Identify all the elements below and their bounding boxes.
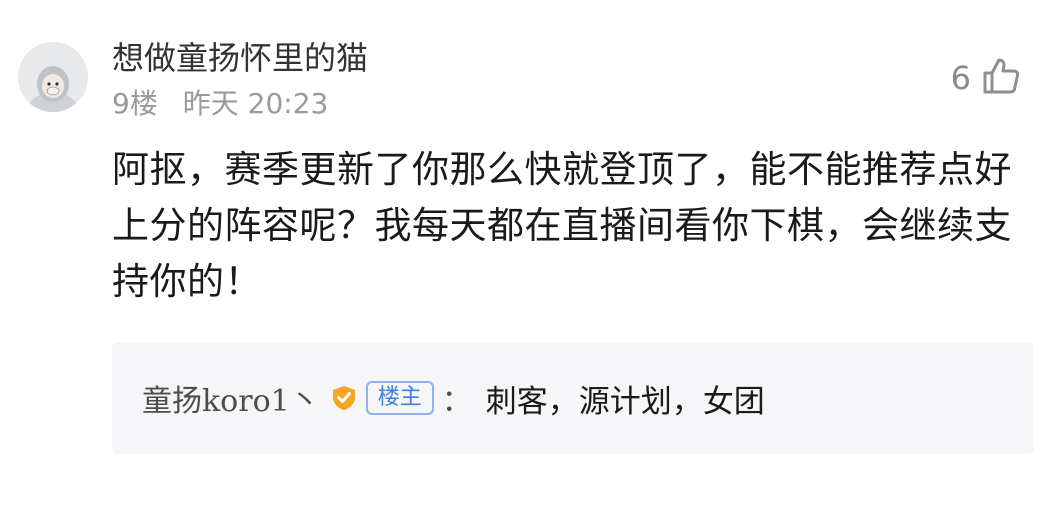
avatar-image	[18, 42, 88, 112]
user-avatar[interactable]	[18, 42, 88, 112]
comment-content: 阿抠，赛季更新了你那么快就登顶了，能不能推荐点好上分的阵容呢？我每天都在直播间看…	[112, 148, 1012, 303]
reply-colon: ：	[441, 384, 472, 419]
thumbs-up-icon	[981, 56, 1021, 100]
op-tag: 楼主	[365, 381, 434, 415]
floor-number: 9楼	[112, 87, 158, 120]
comment-meta: 9楼 昨天 20:23	[112, 84, 328, 124]
like-count: 6	[950, 59, 971, 97]
reply-preview[interactable]: 童扬koro1丶 楼主 ： 刺客，源计划，女团	[112, 342, 1034, 454]
verified-shield-icon	[330, 384, 358, 412]
like-button[interactable]: 6	[951, 54, 1021, 102]
comment-item: 想做童扬怀里的猫 9楼 昨天 20:23 6 阿抠，赛季更新了你那么快就登顶了，…	[0, 0, 1049, 507]
reply-author[interactable]: 童扬koro1丶	[142, 376, 320, 420]
comment-username[interactable]: 想做童扬怀里的猫	[112, 36, 368, 80]
reply-text: 刺客，源计划，女团	[485, 383, 765, 420]
comment-time: 昨天 20:23	[182, 87, 329, 120]
